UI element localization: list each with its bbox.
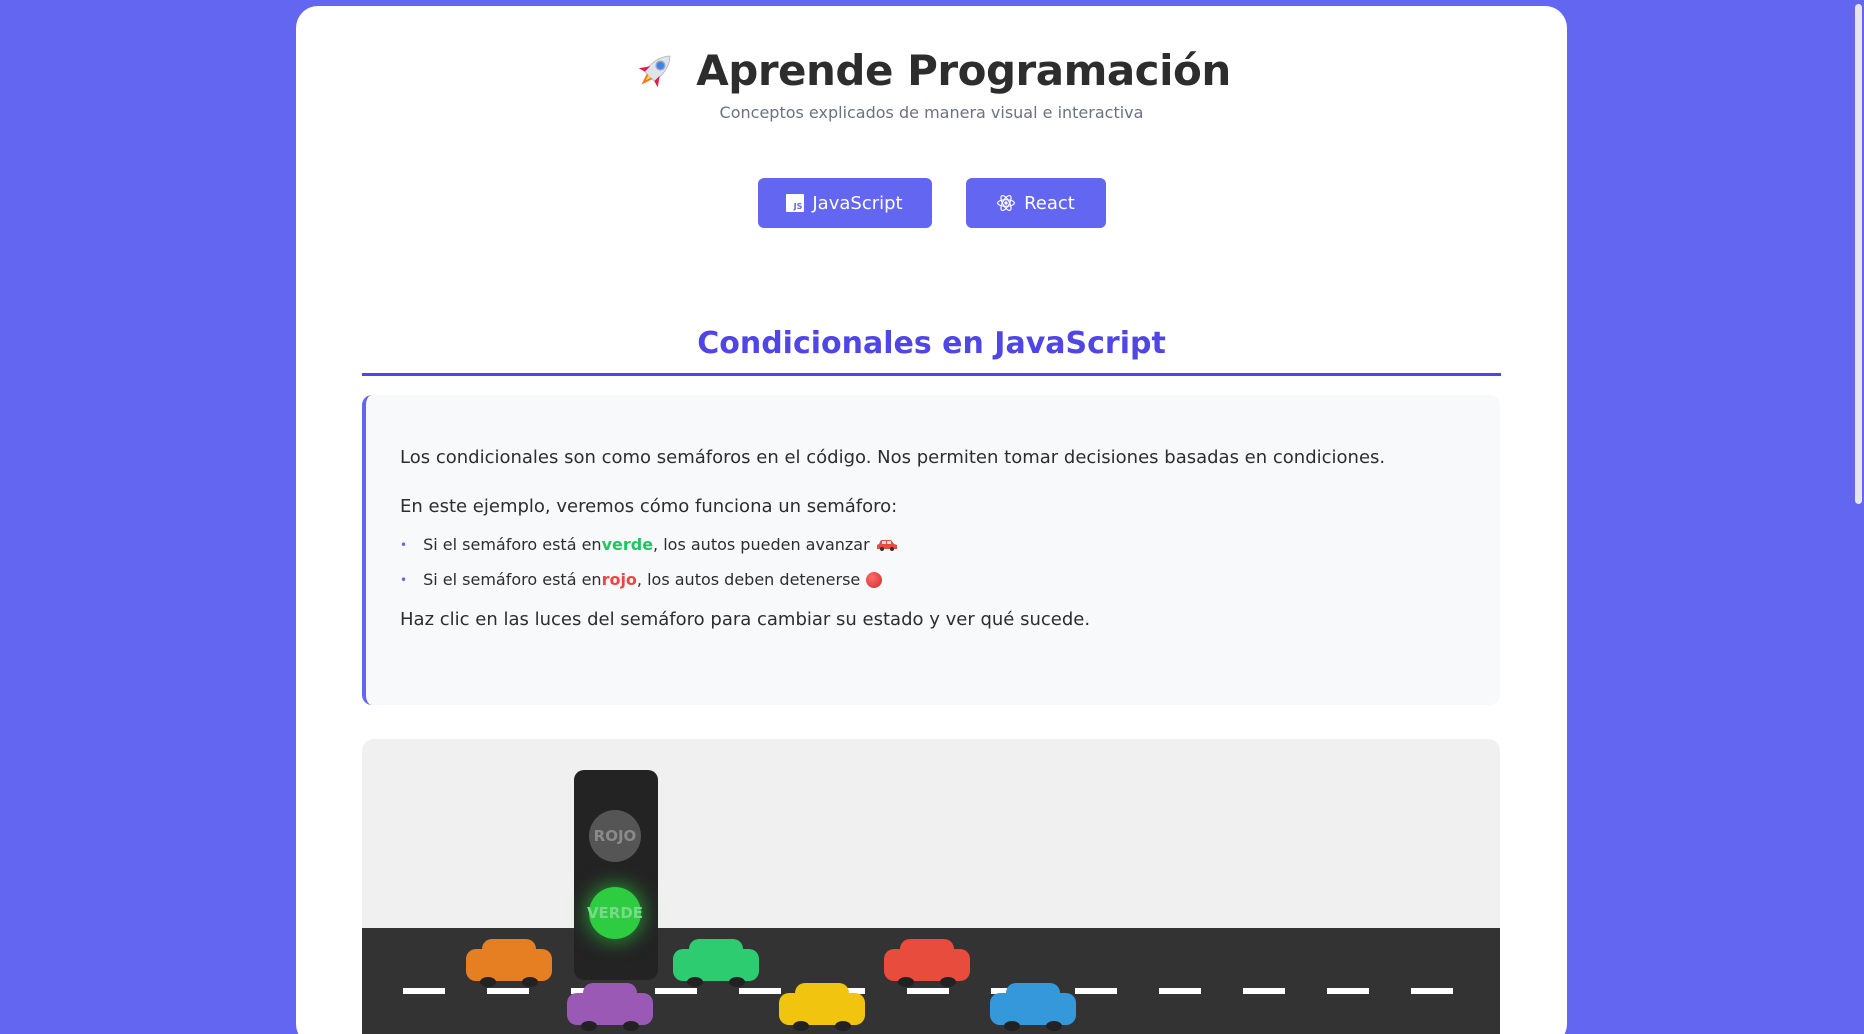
explanation-box: Los condicionales son como semáforos en … [362, 395, 1500, 705]
lane-dash [1075, 988, 1117, 994]
word-rojo: rojo [601, 570, 637, 589]
example-intro: En este ejemplo, veremos cómo funciona u… [400, 496, 898, 517]
red-circle-icon [866, 571, 883, 588]
lane-dash [487, 988, 529, 994]
car [673, 939, 759, 987]
rules-list: Si el semáforo está en verde, los autos … [400, 535, 1500, 589]
scrollbar-thumb[interactable] [1855, 4, 1862, 504]
react-button-label: React [1024, 192, 1075, 214]
word-verde: verde [601, 535, 654, 554]
bullet-text: , los autos pueden avanzar [653, 535, 870, 554]
bullet-text: Si el semáforo está en [423, 535, 602, 554]
car [990, 983, 1076, 1031]
list-item-red: Si el semáforo está en rojo, los autos d… [400, 570, 1500, 589]
react-atom-icon [997, 195, 1016, 211]
javascript-button-label: JavaScript [812, 192, 903, 214]
rocket-icon [639, 55, 671, 87]
title-row: Aprende Programación [296, 46, 1567, 95]
traffic-scene: ROJO VERDE [362, 739, 1500, 1034]
car [779, 983, 865, 1031]
car [884, 939, 970, 987]
page-subtitle: Conceptos explicados de manera visual e … [719, 103, 1144, 122]
section-title: Condicionales en JavaScript [362, 326, 1501, 376]
page-title: Aprende Programación [696, 46, 1231, 95]
car-icon [876, 539, 897, 551]
list-item-green: Si el semáforo está en verde, los autos … [400, 535, 1500, 554]
red-light-button[interactable]: ROJO [589, 810, 641, 862]
instruction-text: Haz clic en las luces del semáforo para … [400, 609, 1091, 630]
traffic-light: ROJO VERDE [574, 770, 658, 980]
car [466, 939, 552, 987]
lane-dash [907, 988, 949, 994]
lane-dash [1243, 988, 1285, 994]
javascript-button[interactable]: JS JavaScript [757, 178, 932, 228]
lane-dash [1327, 988, 1369, 994]
lane-dash [403, 988, 445, 994]
car [567, 983, 653, 1031]
lane-dash [655, 988, 697, 994]
tech-selector: JS JavaScript React [296, 178, 1567, 228]
green-light-button[interactable]: VERDE [587, 887, 643, 939]
bullet-text: , los autos deben detenerse [636, 570, 861, 589]
explanation-paragraph: Los condicionales son como semáforos en … [400, 447, 1386, 468]
scrollbar[interactable] [1850, 0, 1864, 1034]
main-card: Aprende Programación Conceptos explicado… [296, 6, 1567, 1034]
lane-dash [1159, 988, 1201, 994]
lane-dash [739, 988, 781, 994]
react-button[interactable]: React [965, 178, 1106, 228]
header: Aprende Programación Conceptos explicado… [296, 46, 1567, 122]
bullet-text: Si el semáforo está en [423, 570, 602, 589]
lane-dash [1411, 988, 1453, 994]
js-icon: JS [786, 194, 805, 212]
